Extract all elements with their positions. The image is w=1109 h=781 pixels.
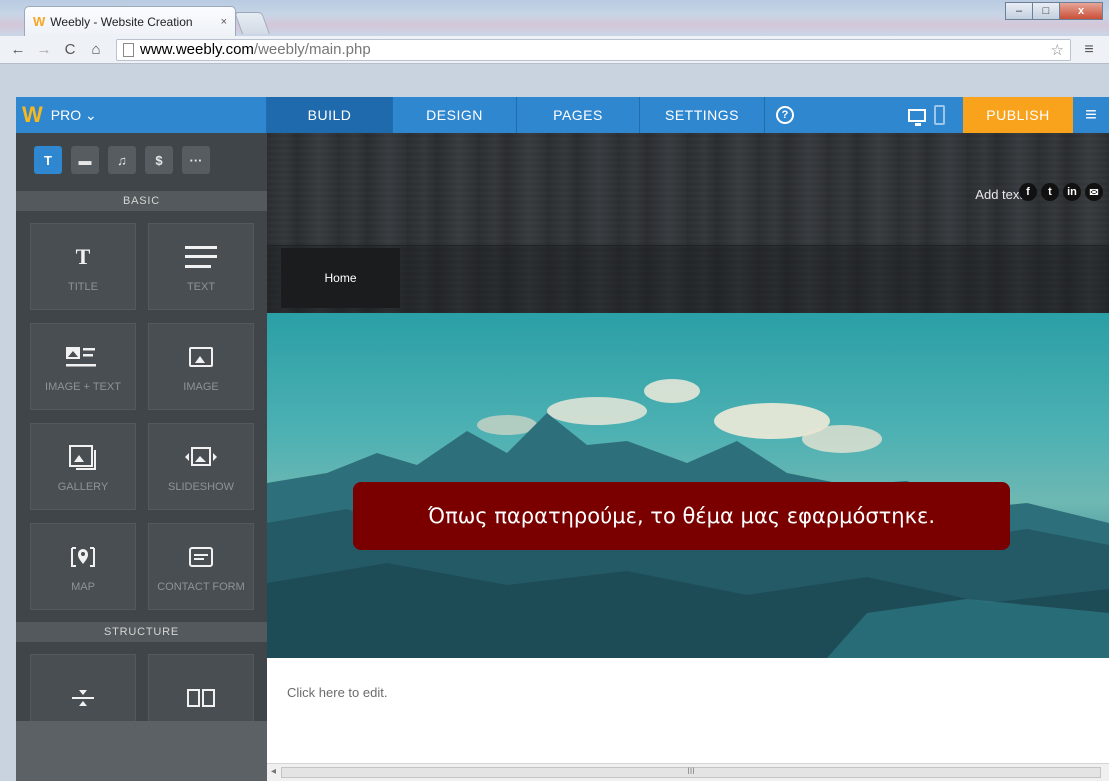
element-label: CONTACT FORM xyxy=(157,580,245,593)
tab-design[interactable]: DESIGN xyxy=(393,97,517,133)
columns-icon xyxy=(186,682,216,714)
minimize-button[interactable]: – xyxy=(1005,2,1033,20)
device-preview xyxy=(805,97,963,133)
element-map[interactable]: MAP xyxy=(30,523,136,610)
element-image-text[interactable]: IMAGE + TEXT xyxy=(30,323,136,410)
tutorial-callout: Όπως παρατηρούμε, το θέμα μας εφαρμόστηκ… xyxy=(353,482,1010,550)
basic-elements-grid: T TITLE TEXT IMAGE + TEXT IMAGE GALLERY xyxy=(16,211,267,622)
category-tab-more[interactable]: ··· xyxy=(182,146,210,174)
browser-menu-icon[interactable]: ≡ xyxy=(1077,41,1101,59)
back-icon[interactable]: ← xyxy=(8,41,28,58)
element-text[interactable]: TEXT xyxy=(148,223,254,310)
title-icon: T xyxy=(75,243,91,269)
close-window-button[interactable]: x xyxy=(1059,2,1103,20)
element-label: IMAGE xyxy=(183,380,219,393)
plan-menu[interactable]: W PRO ⌄ xyxy=(16,97,267,133)
editor-toolbar: W PRO ⌄ BUILD DESIGN PAGES SETTINGS ? PU… xyxy=(16,97,1109,133)
image-icon xyxy=(189,341,213,373)
tab-pages[interactable]: PAGES xyxy=(517,97,640,133)
nav-item-home[interactable]: Home xyxy=(281,248,400,308)
browser-tab[interactable]: W Weebly - Website Creation × xyxy=(24,6,236,36)
elements-sidebar: T ▬ ♫ $ ··· BASIC T TITLE TEXT IMAGE + T… xyxy=(16,133,267,781)
element-label: TEXT xyxy=(186,280,216,293)
weebly-logo-icon: W xyxy=(22,102,43,127)
element-label: TITLE xyxy=(68,280,98,293)
browser-titlebar: W Weebly - Website Creation × – □ x xyxy=(0,0,1109,36)
element-gallery[interactable]: GALLERY xyxy=(30,423,136,510)
email-icon[interactable]: ✉ xyxy=(1085,183,1103,201)
url-path: /weebly/main.php xyxy=(253,41,371,58)
plan-label: PRO ⌄ xyxy=(50,106,97,123)
category-tab-commerce[interactable]: $ xyxy=(145,146,173,174)
element-label: MAP xyxy=(71,580,95,593)
window-controls: – □ x xyxy=(1005,2,1103,20)
add-text-field[interactable]: Add text xyxy=(975,187,1023,202)
section-header-structure: STRUCTURE xyxy=(16,622,267,642)
element-label: IMAGE + TEXT xyxy=(45,380,121,393)
horizontal-scrollbar[interactable]: ◂ III xyxy=(267,763,1109,781)
address-bar: ← → C ⌂ www.weebly.com /weebly/main.php … xyxy=(0,36,1109,64)
image-text-icon xyxy=(65,341,101,373)
forward-icon[interactable]: → xyxy=(34,41,54,58)
element-image[interactable]: IMAGE xyxy=(148,323,254,410)
element-label: GALLERY xyxy=(57,480,109,493)
url-host: www.weebly.com xyxy=(140,41,254,58)
category-tab-structure[interactable]: ▬ xyxy=(71,146,99,174)
page-icon xyxy=(123,42,134,57)
social-icons: f t in ✉ xyxy=(1019,183,1103,201)
element-contact-form[interactable]: CONTACT FORM xyxy=(148,523,254,610)
reload-icon[interactable]: C xyxy=(60,41,80,58)
twitter-icon[interactable]: t xyxy=(1041,183,1059,201)
url-input[interactable]: www.weebly.com /weebly/main.php ☆ xyxy=(116,38,1071,61)
sidebar-footer xyxy=(16,721,267,781)
category-tab-media[interactable]: ♫ xyxy=(108,146,136,174)
form-icon xyxy=(188,541,214,573)
tab-close-icon[interactable]: × xyxy=(221,16,227,28)
scrollbar-thumb[interactable]: III xyxy=(281,766,1101,778)
mobile-view-icon[interactable] xyxy=(934,105,945,125)
bookmark-star-icon[interactable]: ☆ xyxy=(1051,41,1064,59)
tab-settings[interactable]: SETTINGS xyxy=(640,97,765,133)
home-icon[interactable]: ⌂ xyxy=(86,41,106,58)
divider-icon xyxy=(68,682,98,714)
slideshow-icon xyxy=(181,441,221,473)
linkedin-icon[interactable]: in xyxy=(1063,183,1081,201)
new-tab-button[interactable] xyxy=(233,12,271,34)
element-title[interactable]: T TITLE xyxy=(30,223,136,310)
tab-build[interactable]: BUILD xyxy=(267,97,393,133)
help-button[interactable]: ? xyxy=(765,97,805,133)
scrollbar-grip: III xyxy=(687,766,695,776)
element-slideshow[interactable]: SLIDESHOW xyxy=(148,423,254,510)
element-label: SLIDESHOW xyxy=(167,480,234,493)
site-header: Home Add text f t in ✉ xyxy=(267,133,1109,313)
gallery-icon xyxy=(68,441,98,473)
maximize-button[interactable]: □ xyxy=(1032,2,1060,20)
scroll-left-icon[interactable]: ◂ xyxy=(271,766,276,777)
hamburger-menu-icon[interactable]: ≡ xyxy=(1073,97,1109,133)
editable-text-placeholder[interactable]: Click here to edit. xyxy=(287,685,387,700)
weebly-favicon-icon: W xyxy=(33,14,46,29)
help-icon: ? xyxy=(776,106,794,124)
publish-button[interactable]: PUBLISH xyxy=(963,97,1073,133)
tab-title: Weebly - Website Creation xyxy=(50,14,193,29)
site-canvas: Home Add text f t in ✉ Click here to edi… xyxy=(267,133,1109,781)
desktop-view-icon[interactable] xyxy=(908,108,926,126)
facebook-icon[interactable]: f xyxy=(1019,183,1037,201)
category-tabs: T ▬ ♫ $ ··· xyxy=(16,133,267,191)
map-pin-icon xyxy=(68,541,98,573)
text-lines-icon xyxy=(185,241,217,273)
category-tab-basic[interactable]: T xyxy=(34,146,62,174)
section-header-basic: BASIC xyxy=(16,191,267,211)
